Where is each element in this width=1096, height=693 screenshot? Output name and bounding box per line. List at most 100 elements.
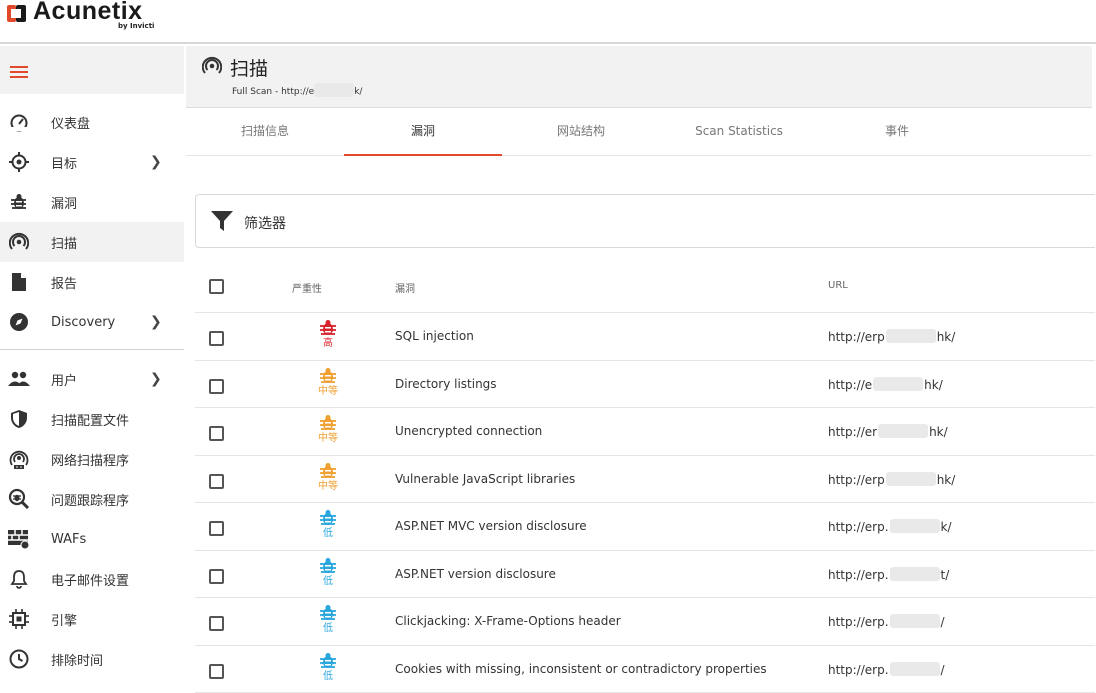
sidebar-item-scans[interactable]: 扫描 bbox=[0, 222, 184, 262]
redacted-block bbox=[890, 567, 940, 581]
report-icon bbox=[8, 271, 30, 293]
severity-label: 低 bbox=[311, 528, 345, 540]
sidebar-item-label: 网络扫描程序 bbox=[51, 450, 129, 469]
redacted-block bbox=[886, 329, 936, 343]
sidebar-item-wafs[interactable]: WAFs bbox=[0, 519, 184, 559]
tab-label: 网站结构 bbox=[557, 124, 605, 138]
table-row[interactable]: 低 Cookies with missing, inconsistent or c… bbox=[195, 646, 1095, 693]
table-row[interactable]: 中等 Directory listings http://e hk/ bbox=[195, 361, 1095, 409]
row-checkbox[interactable] bbox=[209, 331, 224, 346]
tab-vulnerabilities[interactable]: 漏洞 bbox=[344, 110, 502, 156]
sidebar-item-label: 仪表盘 bbox=[51, 113, 90, 132]
filter-bar[interactable]: 筛选器 bbox=[195, 194, 1095, 248]
sidebar-item-vulnerabilities[interactable]: 漏洞 bbox=[0, 182, 184, 222]
tab-site-structure[interactable]: 网站结构 bbox=[502, 110, 660, 156]
redacted-block bbox=[886, 472, 936, 486]
tab-scan-statistics[interactable]: Scan Statistics bbox=[660, 110, 818, 156]
vulnerability-name[interactable]: ASP.NET version disclosure bbox=[395, 567, 556, 581]
sidebar-item-label: 报告 bbox=[51, 273, 77, 292]
sidebar-item-label: 扫描 bbox=[51, 233, 77, 252]
vulnerability-url: http://erphk/ bbox=[828, 329, 955, 344]
row-checkbox[interactable] bbox=[209, 569, 224, 584]
target-icon bbox=[8, 151, 30, 173]
sidebar-item-network-scanner[interactable]: 网络扫描程序 bbox=[0, 439, 184, 479]
severity-label: 低 bbox=[311, 623, 345, 635]
vulnerability-name[interactable]: Unencrypted connection bbox=[395, 424, 542, 438]
clock-icon bbox=[8, 648, 30, 670]
sidebar-item-label: 目标 bbox=[51, 153, 77, 172]
url-prefix: http://erp. bbox=[828, 520, 889, 534]
vulnerability-name[interactable]: Directory listings bbox=[395, 377, 497, 391]
bell-icon bbox=[8, 568, 30, 590]
table-row[interactable]: 低Clickjacking: X-Frame-Options headerhtt… bbox=[195, 598, 1095, 646]
chevron-right-icon: ❯ bbox=[150, 154, 162, 170]
sidebar-item-targets[interactable]: 目标 ❯ bbox=[0, 142, 184, 182]
column-header-url[interactable]: URL bbox=[828, 280, 848, 291]
severity-cell: 中等 bbox=[311, 367, 345, 398]
sidebar-item-email-settings[interactable]: 电子邮件设置 bbox=[0, 559, 184, 599]
row-checkbox[interactable] bbox=[209, 426, 224, 441]
row-checkbox[interactable] bbox=[209, 379, 224, 394]
page-title: 扫描 bbox=[230, 54, 268, 81]
firewall-icon bbox=[8, 528, 30, 550]
filter-funnel-icon bbox=[210, 210, 234, 232]
chip-icon bbox=[8, 608, 30, 630]
vulnerability-url: http://erp.t/ bbox=[828, 567, 949, 582]
severity-label: 中等 bbox=[311, 433, 345, 445]
tab-events[interactable]: 事件 bbox=[818, 110, 976, 156]
sidebar-item-dashboard[interactable]: 仪表盘 bbox=[0, 102, 184, 142]
vulnerability-url: http://e hk/ bbox=[828, 377, 943, 392]
url-suffix: hk/ bbox=[937, 473, 956, 487]
redacted-block bbox=[890, 519, 940, 533]
vulnerability-name[interactable]: Vulnerable JavaScript libraries bbox=[395, 472, 575, 486]
row-checkbox[interactable] bbox=[209, 616, 224, 631]
sidebar-nav-settings: 用户 ❯ 扫描配置文件 网络扫描程序 问题跟踪程序 WAFs bbox=[0, 341, 184, 679]
sidebar-item-users[interactable]: 用户 ❯ bbox=[0, 359, 184, 399]
severity-label: 中等 bbox=[311, 386, 345, 398]
column-header-vulnerability[interactable]: 漏洞 bbox=[395, 280, 415, 295]
table-row[interactable]: 低 ASP.NET MVC version disclosure http://er… bbox=[195, 503, 1095, 551]
vulnerability-name[interactable]: Clickjacking: X-Frame-Options header bbox=[395, 614, 621, 628]
bug-icon bbox=[8, 191, 30, 213]
severity-bug-icon bbox=[319, 604, 337, 622]
tab-scan-info[interactable]: 扫描信息 bbox=[186, 110, 344, 156]
vulnerability-name[interactable]: ASP.NET MVC version disclosure bbox=[395, 519, 587, 533]
url-prefix: http://e bbox=[828, 378, 872, 392]
sidebar-item-issue-trackers[interactable]: 问题跟踪程序 bbox=[0, 479, 184, 519]
vulnerability-name[interactable]: Cookies with missing, inconsistent or co… bbox=[395, 662, 767, 676]
table-header: 严重性 漏洞 URL bbox=[195, 261, 1095, 313]
vulnerability-url: http://erp./ bbox=[828, 662, 945, 677]
scan-icon bbox=[202, 56, 222, 76]
severity-cell: 低 bbox=[311, 557, 345, 588]
sidebar-item-discovery[interactable]: Discovery ❯ bbox=[0, 302, 184, 342]
sidebar-item-label: 问题跟踪程序 bbox=[51, 490, 129, 509]
column-header-severity[interactable]: 严重性 bbox=[292, 280, 322, 295]
hamburger-menu-icon[interactable] bbox=[10, 66, 28, 80]
table-row[interactable]: 低 ASP.NET version disclosure http://erp.t/ bbox=[195, 551, 1095, 599]
sidebar-divider bbox=[0, 349, 184, 350]
chevron-right-icon: ❯ bbox=[150, 371, 162, 387]
sidebar-item-reports[interactable]: 报告 bbox=[0, 262, 184, 302]
table-row[interactable]: 高SQL injectionhttp://erphk/ bbox=[195, 313, 1095, 361]
severity-cell: 低 bbox=[311, 652, 345, 683]
scan-subtitle-suffix: k/ bbox=[354, 87, 362, 97]
select-all-checkbox[interactable] bbox=[209, 279, 224, 294]
row-checkbox[interactable] bbox=[209, 521, 224, 536]
sidebar-item-engines[interactable]: 引擎 bbox=[0, 599, 184, 639]
network-scanner-icon bbox=[8, 448, 30, 470]
vulnerability-url: http://erhk/ bbox=[828, 424, 948, 439]
severity-bug-icon bbox=[319, 414, 337, 432]
url-suffix: hk/ bbox=[924, 378, 943, 392]
vulnerability-name[interactable]: SQL injection bbox=[395, 329, 474, 343]
logo-mark-icon bbox=[6, 2, 28, 24]
severity-cell: 低 bbox=[311, 604, 345, 635]
row-checkbox[interactable] bbox=[209, 664, 224, 679]
redacted-block bbox=[873, 377, 923, 391]
table-row[interactable]: 中等Vulnerable JavaScript librarieshttp://… bbox=[195, 456, 1095, 504]
sidebar-item-excluded-hours[interactable]: 排除时间 bbox=[0, 639, 184, 679]
table-row[interactable]: 中等 Unencrypted connection http://erhk/ bbox=[195, 408, 1095, 456]
sidebar-nav-primary: 仪表盘 目标 ❯ 漏洞 扫描 报告 bbox=[0, 102, 184, 342]
row-checkbox[interactable] bbox=[209, 474, 224, 489]
severity-bug-icon bbox=[319, 367, 337, 385]
sidebar-item-scan-profiles[interactable]: 扫描配置文件 bbox=[0, 399, 184, 439]
